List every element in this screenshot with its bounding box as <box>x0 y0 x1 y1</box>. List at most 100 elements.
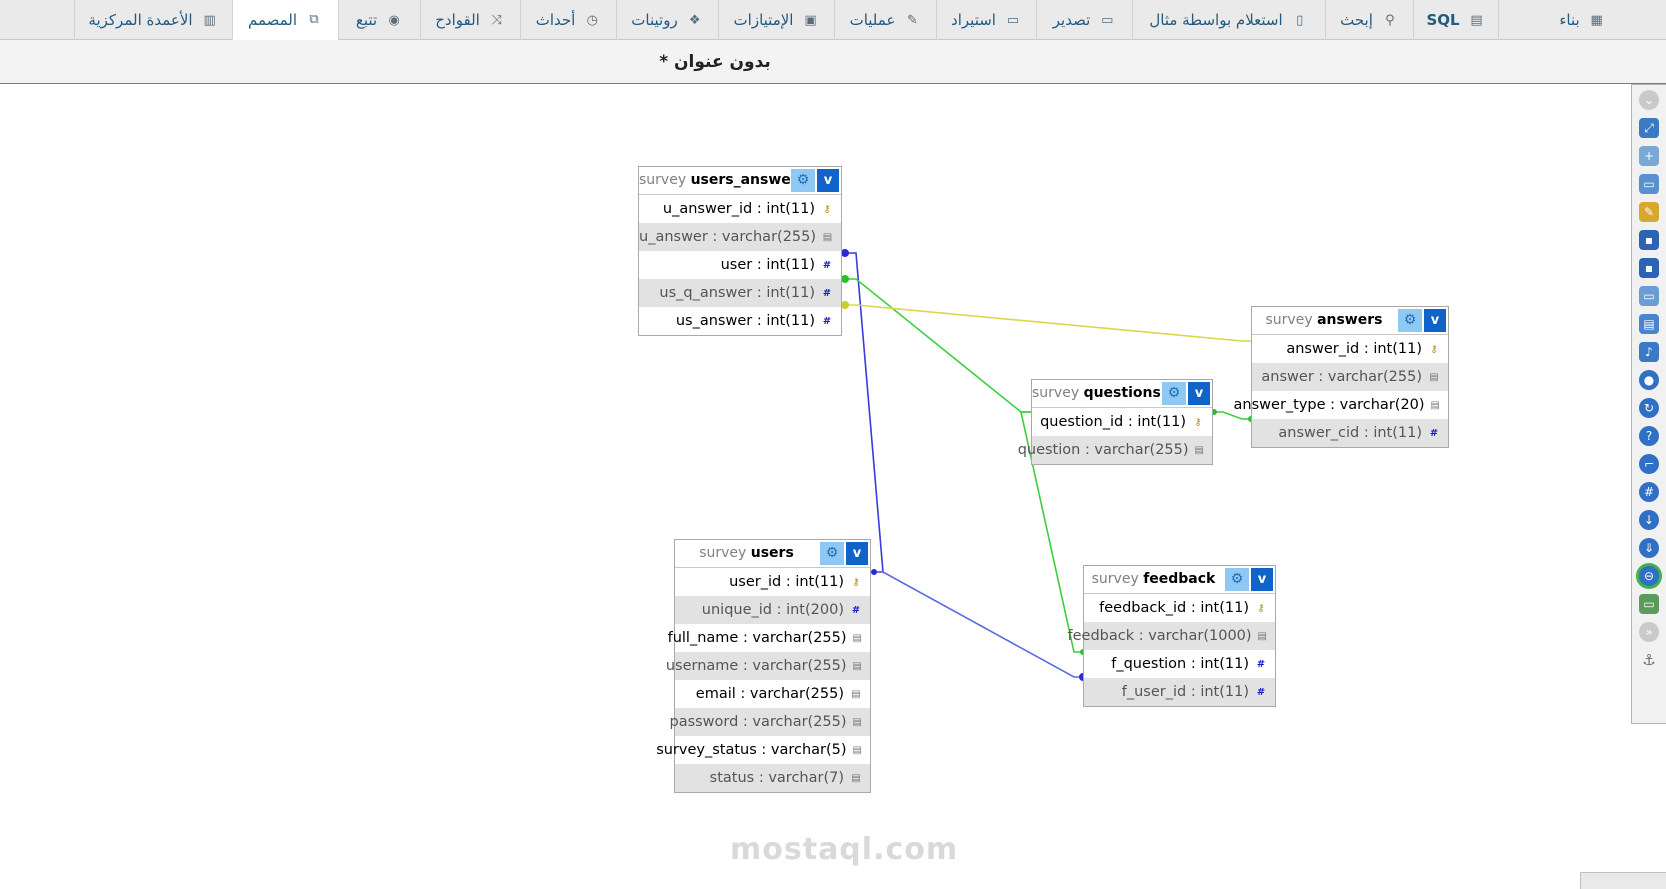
relation-line-us-answer <box>846 304 1252 342</box>
column-row[interactable]: answer_id : int(11) ⚷ <box>1252 335 1448 363</box>
tab-tracking[interactable]: ◉ تتبع <box>338 0 420 40</box>
small-big-icon[interactable]: ↓ <box>1639 510 1659 530</box>
reload-icon[interactable]: ↻ <box>1639 398 1659 418</box>
table-header[interactable]: survey users_answers ⚙ v <box>639 167 841 195</box>
export-schema-icon[interactable]: ▭ <box>1639 286 1659 306</box>
gear-icon[interactable]: ⚙ <box>791 169 815 192</box>
tab-label: استعلام بواسطة مثال <box>1149 11 1283 29</box>
tab-designer[interactable]: ⧉ المصمم <box>232 0 338 40</box>
angular-links-icon[interactable]: ⌐ <box>1639 454 1659 474</box>
table-answers[interactable]: survey answers ⚙ v answer_id : int(11) ⚷ … <box>1234 306 1449 448</box>
column-row[interactable]: us_answer : int(11) # <box>639 307 841 335</box>
relation-lines-icon[interactable]: ⊖ <box>1639 566 1659 586</box>
tab-privileges[interactable]: ▣ الإمتيازات <box>718 0 834 40</box>
tab-label: تصدير <box>1052 11 1091 29</box>
tab-export[interactable]: ▭ تصدير <box>1036 0 1132 40</box>
tab-sql[interactable]: ▤ SQL <box>1413 0 1498 40</box>
tab-query[interactable]: ▯ استعلام بواسطة مثال <box>1132 0 1325 40</box>
column-row[interactable]: us_q_answer : int(11) # <box>639 279 841 307</box>
column-row[interactable]: email : varchar(255) ▤ <box>675 680 870 708</box>
save-icon[interactable]: ▪ <box>1639 230 1659 250</box>
routines-icon: ❖ <box>688 12 701 28</box>
column-row[interactable]: f_user_id : int(11) # <box>1084 678 1275 706</box>
tab-label: روتينات <box>631 11 678 29</box>
central-columns-icon: ▥ <box>203 12 216 28</box>
open-page-icon[interactable]: ▭ <box>1639 174 1659 194</box>
gear-icon[interactable]: ⚙ <box>820 542 844 565</box>
save-as-icon[interactable]: ▪ <box>1639 258 1659 278</box>
text-field-icon: ▤ <box>851 772 861 784</box>
numeric-field-icon: # <box>1256 658 1266 670</box>
table-questions[interactable]: survey questions ⚙ v question_id : int(1… <box>1018 379 1213 465</box>
column-row[interactable]: user : int(11) # <box>639 251 841 279</box>
tab-label: إبحث <box>1340 11 1373 29</box>
tab-search[interactable]: ⚲ إبحث <box>1325 0 1413 40</box>
tab-operations[interactable]: ✎ عمليات <box>834 0 936 40</box>
table-users-answers[interactable]: survey users_answers ⚙ v u_answer_id : i… <box>638 166 842 336</box>
snap-grid-icon[interactable]: # <box>1639 482 1659 502</box>
table-header[interactable]: survey answers ⚙ v <box>1252 307 1448 335</box>
table-header[interactable]: survey feedback ⚙ v <box>1084 566 1275 594</box>
column-row[interactable]: answer : varchar(255) ▤ <box>1252 363 1448 391</box>
numeric-field-icon: # <box>1256 686 1266 698</box>
column-row[interactable]: question_id : int(11) ⚷ <box>1032 408 1212 436</box>
text-field-icon: ▤ <box>1194 444 1204 456</box>
tab-central-columns[interactable]: ▥ الأعمدة المركزية <box>74 0 232 40</box>
page-title: بدون عنوان * <box>659 52 771 72</box>
toggle-menu-icon[interactable]: ⌄ <box>1639 90 1659 110</box>
toggle-small-icon[interactable]: ⇓ <box>1639 538 1659 558</box>
create-table-icon[interactable]: ▤ <box>1639 314 1659 334</box>
column-row[interactable]: password : varchar(255) ▤ <box>669 708 870 736</box>
fullscreen-icon[interactable]: ⤢ <box>1639 118 1659 138</box>
column-label: us_q_answer : int(11) <box>659 285 815 301</box>
table-users[interactable]: survey users ⚙ v user_id : int(11) ⚷ uniq… <box>656 539 871 793</box>
column-row[interactable]: full_name : varchar(255) ▤ <box>668 624 870 652</box>
export-img-icon[interactable]: ▭ <box>1639 594 1659 614</box>
edit-page-icon[interactable]: ✎ <box>1639 202 1659 222</box>
column-label: us_answer : int(11) <box>675 313 815 329</box>
column-row[interactable]: u_answer : varchar(255) ▤ <box>639 223 841 251</box>
tab-events[interactable]: ◷ أحداث <box>520 0 616 40</box>
toggle-columns-button[interactable]: v <box>1188 382 1210 405</box>
pin-icon[interactable]: ⚓ <box>1639 650 1659 670</box>
tab-triggers[interactable]: ⤨ القوادح <box>420 0 520 40</box>
column-row[interactable]: question : varchar(255) ▤ <box>1018 436 1212 464</box>
move-menu-icon[interactable]: » <box>1639 622 1659 642</box>
column-row[interactable]: status : varchar(7) ▤ <box>675 764 870 792</box>
column-row[interactable]: user_id : int(11) ⚷ <box>675 568 870 596</box>
tab-bar: ▦ بناء ▤ SQL ⚲ إبحث ▯ استعلام بواسطة مثال ▭ ت… <box>0 0 1666 40</box>
bottom-corner-panel <box>1580 872 1666 889</box>
gear-icon[interactable]: ⚙ <box>1398 309 1422 332</box>
gear-icon[interactable]: ⚙ <box>1162 382 1186 405</box>
column-row[interactable]: survey_status : varchar(5) ▤ <box>656 736 870 764</box>
column-row[interactable]: username : varchar(255) ▤ <box>666 652 870 680</box>
column-label: email : varchar(255) <box>695 686 844 702</box>
column-row[interactable]: unique_id : int(200) # <box>675 596 870 624</box>
column-row[interactable]: answer_type : varchar(20) ▤ <box>1234 391 1448 419</box>
table-feedback[interactable]: survey feedback ⚙ v feedback_id : int(11… <box>1068 565 1276 707</box>
tab-import[interactable]: ▭ استيراد <box>936 0 1036 40</box>
help-icon[interactable]: ? <box>1639 426 1659 446</box>
table-header[interactable]: survey users ⚙ v <box>675 540 870 568</box>
toggle-columns-button[interactable]: v <box>846 542 868 565</box>
toggle-columns-button[interactable]: v <box>817 169 839 192</box>
toggle-columns-button[interactable]: v <box>1424 309 1446 332</box>
table-header[interactable]: survey questions ⚙ v <box>1032 380 1212 408</box>
pick-field-icon[interactable]: ● <box>1639 370 1659 390</box>
column-label: survey_status : varchar(5) <box>656 742 847 758</box>
triggers-icon: ⤨ <box>491 12 503 28</box>
column-row[interactable]: feedback : varchar(1000) ▤ <box>1068 622 1275 650</box>
column-row[interactable]: feedback_id : int(11) ⚷ <box>1084 594 1275 622</box>
tab-structure[interactable]: ▦ بناء <box>1498 0 1666 40</box>
column-row[interactable]: answer_cid : int(11) # <box>1252 419 1448 447</box>
create-relation-icon[interactable]: ♪ <box>1639 342 1659 362</box>
column-row[interactable]: f_question : int(11) # <box>1084 650 1275 678</box>
tab-routines[interactable]: ❖ روتينات <box>616 0 718 40</box>
column-label: full_name : varchar(255) <box>667 630 847 646</box>
new-page-icon[interactable]: + <box>1639 146 1659 166</box>
table-name: users_answers <box>690 172 807 188</box>
column-row[interactable]: u_answer_id : int(11) ⚷ <box>639 195 841 223</box>
toggle-columns-button[interactable]: v <box>1251 568 1273 591</box>
gear-icon[interactable]: ⚙ <box>1225 568 1249 591</box>
designer-canvas[interactable]: survey users_answers ⚙ v u_answer_id : i… <box>0 84 1666 888</box>
